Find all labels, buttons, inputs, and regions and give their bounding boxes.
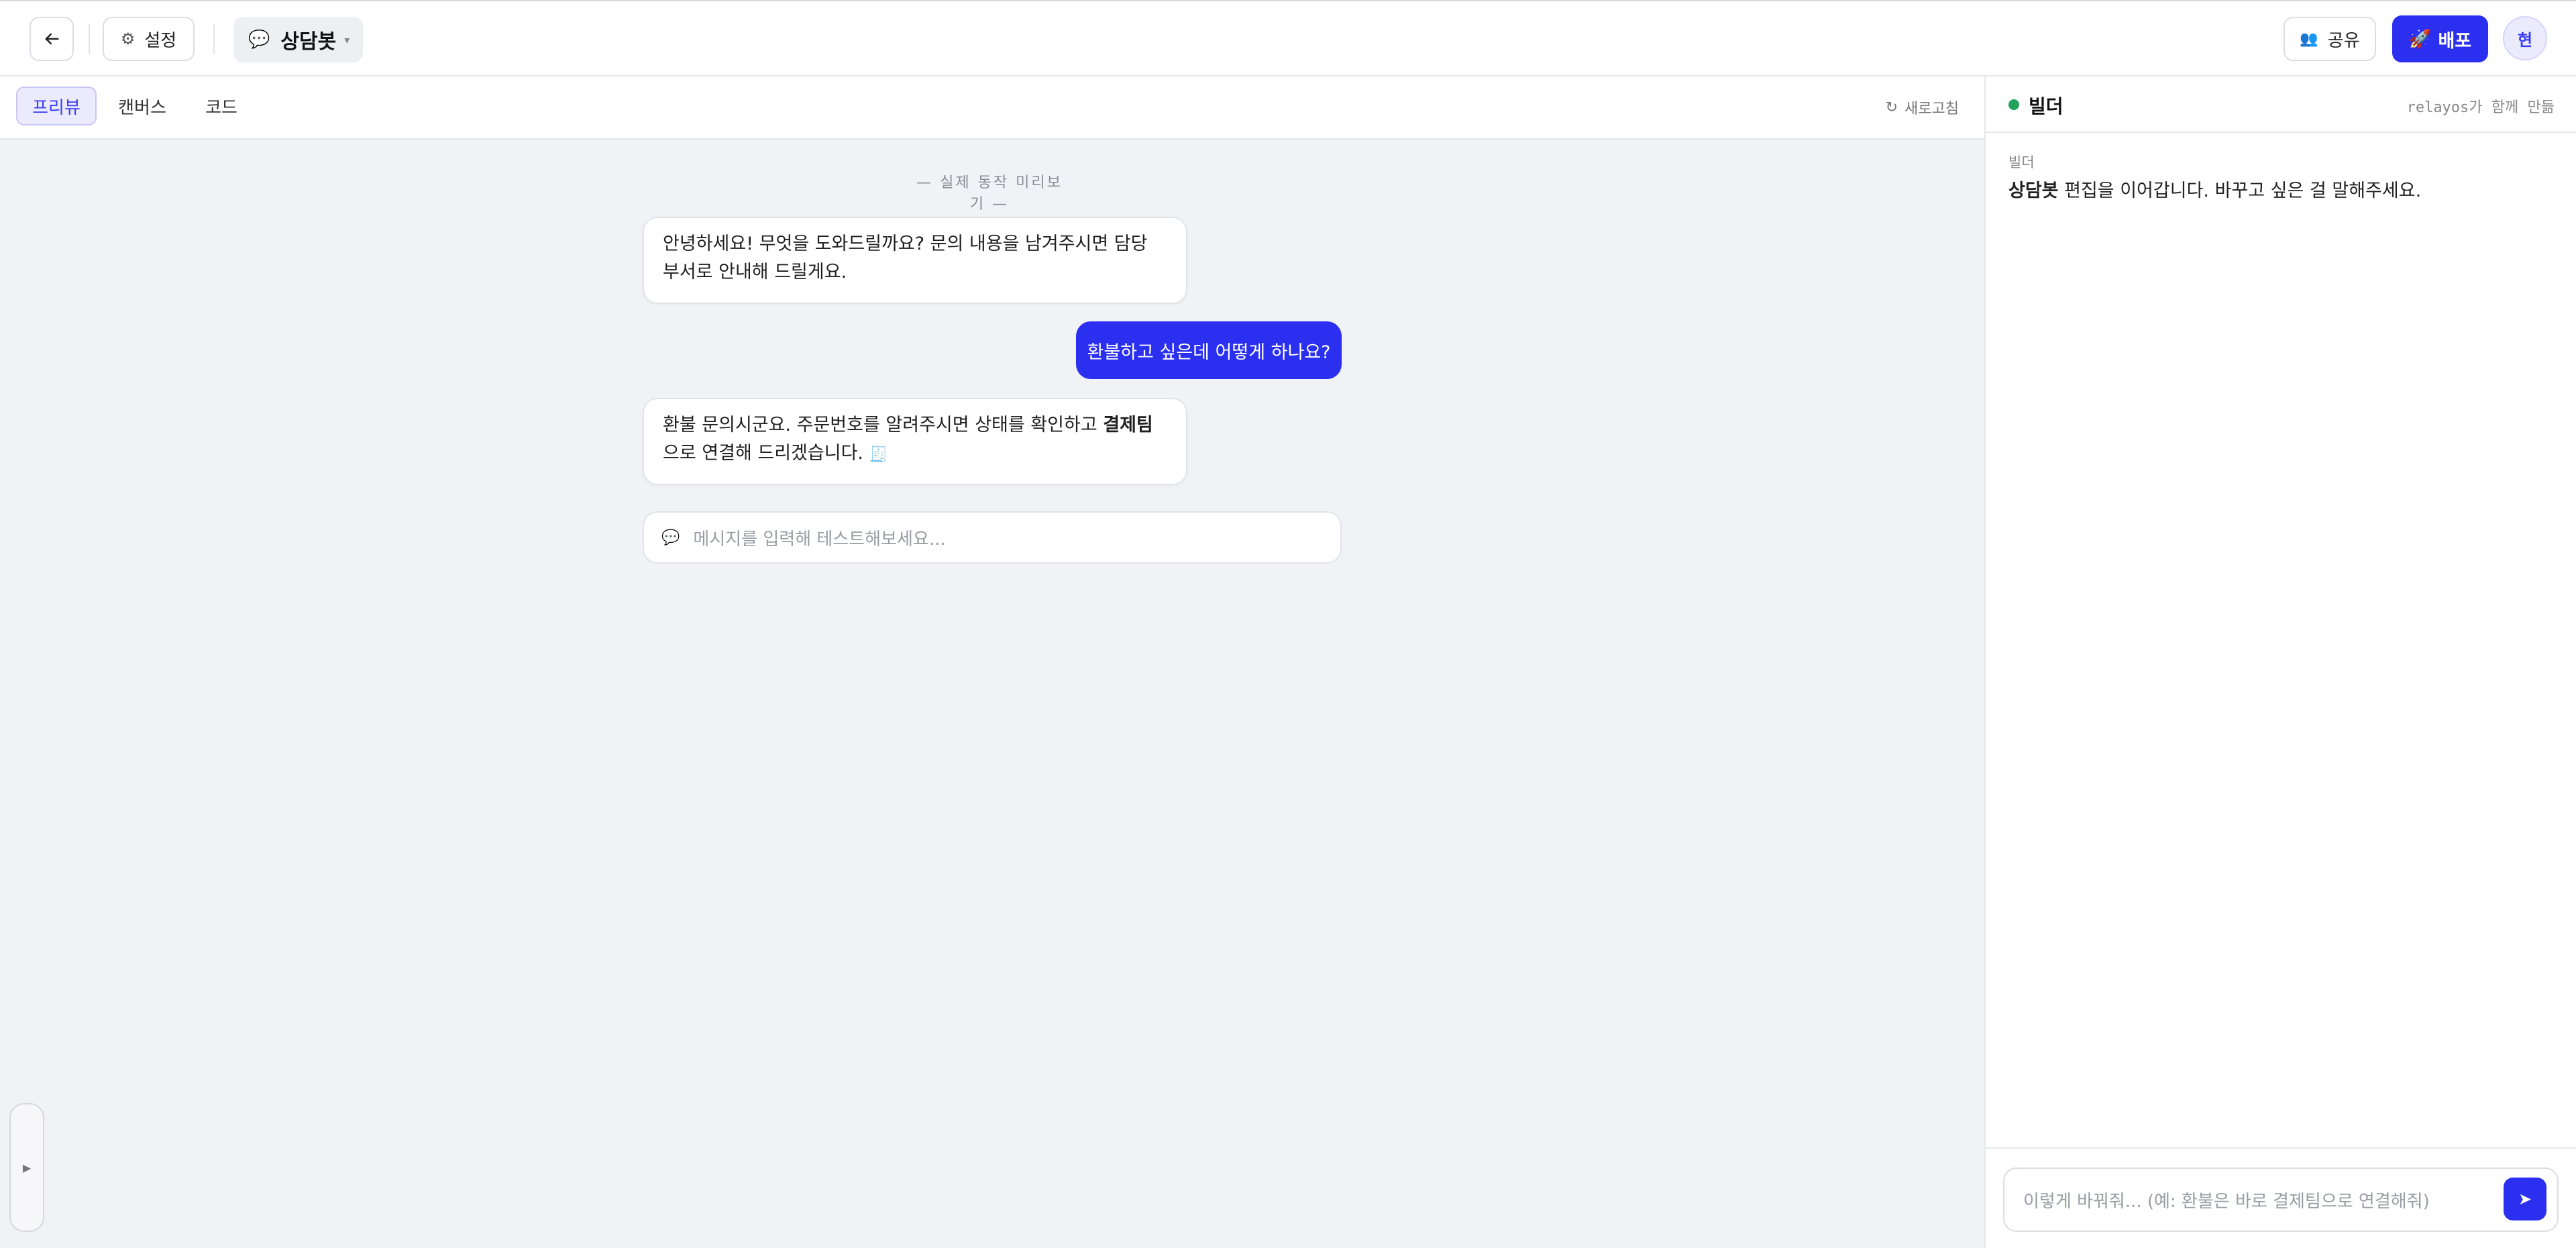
input-placeholder: 메시지를 입력해 테스트해보세요... [693,529,946,550]
bot-name: 상담봇 [280,30,337,54]
send-button[interactable]: ➤ [2504,1178,2546,1220]
deploy-label: 배포 [2438,30,2472,52]
builder-message: 상담봇 편집을 이어갑니다. 바꾸고 싶은 걸 말해주세요. [2008,176,2421,202]
header-divider [213,23,215,54]
test-message-input[interactable]: 💬 메시지를 입력해 테스트해보세요... [643,511,1342,564]
builder-message-bold: 상담봇 [2008,180,2059,201]
builder-message-text: 편집을 이어갑니다. 바꾸고 싶은 걸 말해주세요. [2058,180,2422,201]
refresh-icon: ↻ [1885,99,1898,116]
top-header: ⚙ 설정 💬 상담봇 ▾ 👥 공유 🚀 배포 현 [0,0,2576,76]
rocket-icon: 🚀 [2408,29,2432,50]
play-icon: ▶ [22,1161,32,1174]
tab-code[interactable]: 코드 [191,87,252,125]
status-dot-icon [2008,99,2019,110]
tab-label: 캔버스 [118,97,166,118]
chat-bubble-icon: 💬 [248,30,270,50]
settings-button[interactable]: ⚙ 설정 [103,17,195,61]
bot-selector[interactable]: 💬 상담봇 ▾ [233,17,363,62]
share-label: 공유 [2327,30,2360,51]
preview-tabbar: 프리뷰 캔버스 코드 ↻ 새로고침 [0,76,1984,140]
builder-footer: 이렇게 바꿔줘... (예: 환불은 바로 결제팀으로 연결해줘) ➤ [1986,1147,2576,1248]
preview-panel: 프리뷰 캔버스 코드 ↻ 새로고침 — 실제 동작 미리보기 — 안녕하세요! … [0,76,1984,1248]
back-button[interactable] [30,17,74,61]
header-divider [89,23,90,54]
input-placeholder: 이렇게 바꿔줘... (예: 환불은 바로 결제팀으로 연결해줘) [2023,1191,2430,1212]
builder-credit: relayos가 함께 만듦 [2406,99,2555,116]
user-avatar[interactable]: 현 [2503,16,2547,60]
message-text: 환불 문의시군요. 주문번호를 알려주시면 상태를 확인하고 [663,415,1104,435]
message-text: 안녕하세요! 무엇을 도와드릴까요? 문의 내용을 남겨주시면 담당 부서로 안… [663,233,1148,282]
chevron-down-icon: ▾ [344,33,350,46]
builder-title: 빌더 [2029,95,2063,117]
receipt-icon: 🧾 [869,446,888,463]
refresh-label: 새로고침 [1904,101,1959,117]
tab-canvas[interactable]: 캔버스 [105,87,180,125]
send-icon: ➤ [2518,1190,2532,1208]
tab-preview[interactable]: 프리뷰 [16,87,97,125]
refresh-button[interactable]: ↻ 새로고침 [1886,97,1959,118]
message-text: 환불하고 싶은데 어떻게 하나요? [1087,342,1331,363]
arrow-left-icon [45,33,59,45]
bot-message: 환불 문의시군요. 주문번호를 알려주시면 상태를 확인하고 결제팀으로 연결해… [643,398,1187,485]
builder-panel: 빌더 relayos가 함께 만듦 빌더 상담봇 편집을 이어갑니다. 바꾸고 … [1984,76,2576,1248]
avatar-initial: 현 [2517,30,2533,50]
share-button[interactable]: 👥 공유 [2284,17,2376,61]
deploy-button[interactable]: 🚀 배포 [2392,15,2488,62]
message-bold-text: 결제팀 [1103,415,1153,435]
builder-input[interactable]: 이렇게 바꿔줘... (예: 환불은 바로 결제팀으로 연결해줘) [2003,1167,2559,1232]
chat-bubble-icon: 💬 [661,529,680,546]
message-text: 으로 연결해 드리겠습니다. [663,443,863,464]
builder-sender-label: 빌더 [2008,154,2035,170]
live-preview-label: — 실제 동작 미리보기 — [916,174,1063,213]
people-icon: 👥 [2300,30,2318,48]
tab-label: 코드 [205,97,237,118]
user-message: 환불하고 싶은데 어떻게 하나요? [1076,321,1342,379]
tab-label: 프리뷰 [32,97,80,118]
settings-label: 설정 [144,30,177,51]
expand-panel-handle[interactable]: ▶ [9,1103,44,1232]
bot-message: 안녕하세요! 무엇을 도와드릴까요? 문의 내용을 남겨주시면 담당 부서로 안… [643,217,1187,304]
builder-header: 빌더 relayos가 함께 만듦 [1986,76,2576,133]
gear-icon: ⚙ [120,30,136,48]
